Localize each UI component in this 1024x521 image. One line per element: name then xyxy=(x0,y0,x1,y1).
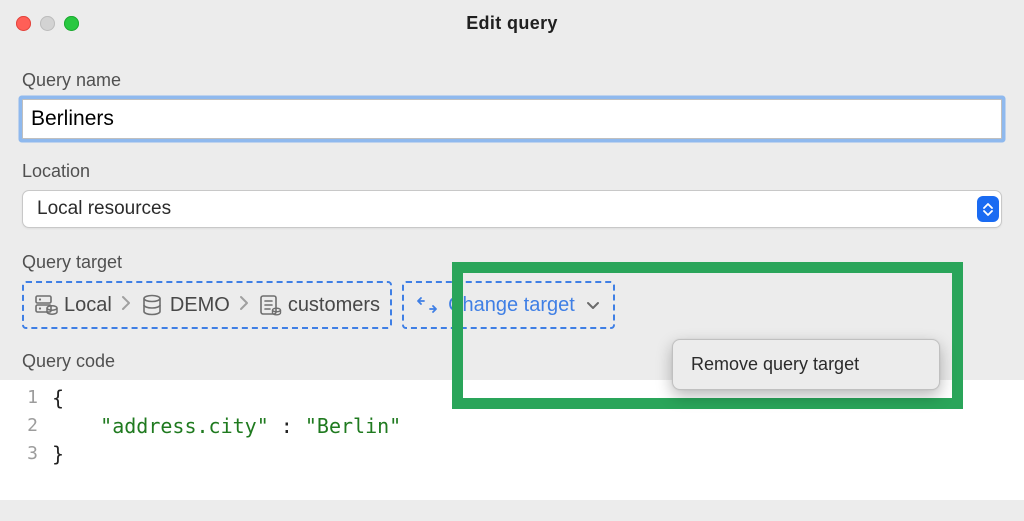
code-gutter: 1 2 3 xyxy=(0,380,52,500)
titlebar: Edit query xyxy=(0,0,1024,46)
location-label: Location xyxy=(22,161,1002,182)
menu-item-remove-query-target[interactable]: Remove query target xyxy=(679,346,933,383)
query-target-path: Local DEMO xyxy=(22,281,392,329)
up-down-stepper-icon[interactable] xyxy=(977,196,999,222)
code-body[interactable]: { "address.city" : "Berlin" } xyxy=(52,380,401,500)
line-number: 2 xyxy=(0,412,52,440)
chevron-down-icon xyxy=(585,294,601,317)
path-item-label: customers xyxy=(288,294,380,317)
context-menu: Remove query target xyxy=(672,339,940,390)
close-window-button[interactable] xyxy=(16,16,31,31)
location-value: Local resources xyxy=(37,198,171,220)
collection-icon xyxy=(258,293,282,317)
path-item-label: DEMO xyxy=(170,294,230,317)
db-server-icon xyxy=(34,293,58,317)
minimize-window-button[interactable] xyxy=(40,16,55,31)
swap-arrows-icon xyxy=(416,295,438,315)
chevron-right-icon xyxy=(120,292,132,318)
maximize-window-button[interactable] xyxy=(64,16,79,31)
chevron-right-icon xyxy=(238,292,250,318)
traffic-lights xyxy=(16,16,79,31)
path-item-customers[interactable]: customers xyxy=(258,293,380,317)
path-item-demo[interactable]: DEMO xyxy=(140,293,230,317)
window-title: Edit query xyxy=(0,13,1024,34)
line-number: 1 xyxy=(0,384,52,412)
query-code-editor[interactable]: 1 2 3 { "address.city" : "Berlin" } xyxy=(0,380,1024,500)
location-select[interactable]: Local resources xyxy=(22,190,1002,228)
database-icon xyxy=(140,293,164,317)
change-target-button[interactable]: Change target xyxy=(402,281,615,329)
query-name-label: Query name xyxy=(22,70,1002,91)
query-name-input[interactable] xyxy=(22,99,1002,139)
line-number: 3 xyxy=(0,440,52,468)
query-target-label: Query target xyxy=(22,252,1002,273)
path-item-label: Local xyxy=(64,294,112,317)
path-item-local[interactable]: Local xyxy=(34,293,112,317)
change-target-label: Change target xyxy=(448,294,575,317)
